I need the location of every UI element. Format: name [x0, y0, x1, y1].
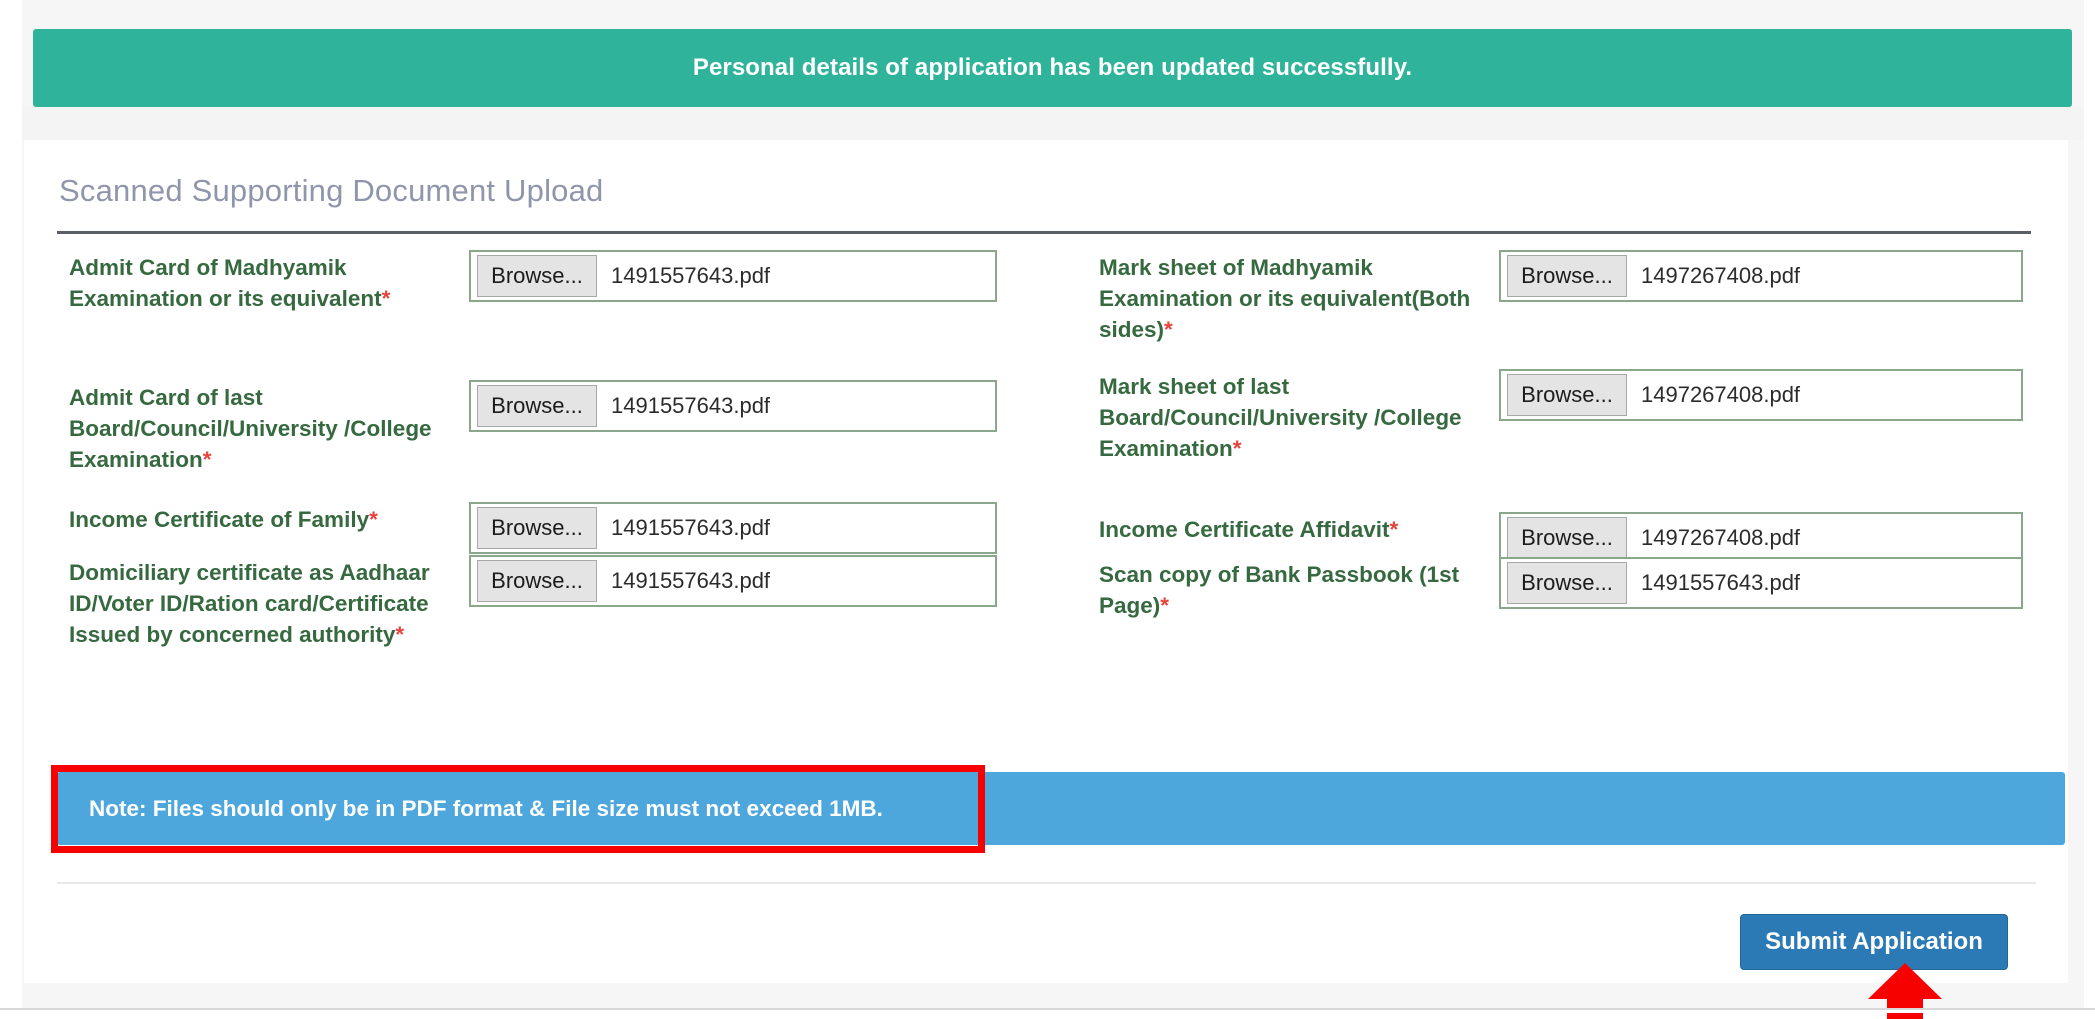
required-marker: * — [395, 622, 405, 647]
file-input[interactable]: Browse... 1491557643.pdf — [469, 502, 997, 554]
success-alert-text: Personal details of application has been… — [692, 54, 1413, 81]
upload-field-label: Income Certificate Affidavit* — [1099, 512, 1499, 545]
file-input[interactable]: Browse... 1491557643.pdf — [469, 250, 997, 302]
page-bottom-edge — [0, 1008, 2095, 1013]
label-text: Mark sheet of last Board/Council/Univers… — [1099, 374, 1462, 461]
browse-button[interactable]: Browse... — [1507, 517, 1627, 559]
file-input[interactable]: Browse... 1491557643.pdf — [1499, 557, 2023, 609]
label-text: Income Certificate Affidavit — [1099, 517, 1390, 542]
upload-field-bank-passbook: Scan copy of Bank Passbook (1st Page)* B… — [1099, 557, 2049, 621]
success-alert: Personal details of application has been… — [33, 29, 2072, 107]
required-marker: * — [202, 447, 212, 472]
label-text: Mark sheet of Madhyamik Examination or i… — [1099, 255, 1471, 342]
browse-button[interactable]: Browse... — [477, 255, 597, 297]
browse-button[interactable]: Browse... — [1507, 374, 1627, 416]
upload-field-label: Income Certificate of Family* — [69, 502, 469, 535]
upload-field-income-certificate-family: Income Certificate of Family* Browse... … — [69, 502, 1019, 554]
browse-button[interactable]: Browse... — [477, 385, 597, 427]
required-marker: * — [369, 507, 378, 532]
file-name-text: 1491557643.pdf — [611, 263, 771, 288]
upload-field-marksheet-last-board: Mark sheet of last Board/Council/Univers… — [1099, 369, 2049, 464]
browse-button[interactable]: Browse... — [477, 560, 597, 602]
browse-button[interactable]: Browse... — [1507, 562, 1627, 604]
required-marker: * — [381, 286, 391, 311]
label-text: Income Certificate of Family — [69, 507, 370, 532]
file-name-text: 1497267408.pdf — [1641, 382, 1801, 407]
file-name-text: 1497267408.pdf — [1641, 263, 1801, 288]
file-input[interactable]: Browse... 1491557643.pdf — [469, 555, 997, 607]
label-text: Admit Card of Madhyamik Examination or i… — [69, 255, 382, 311]
required-marker: * — [1160, 593, 1170, 618]
upload-field-domiciliary-certificate: Domiciliary certificate as Aadhaar ID/Vo… — [69, 555, 1019, 650]
file-name-text: 1491557643.pdf — [1641, 570, 1801, 595]
required-marker: * — [1232, 436, 1242, 461]
file-name-text: 1491557643.pdf — [611, 568, 771, 593]
file-name-text: 1491557643.pdf — [611, 393, 771, 418]
label-text: Domiciliary certificate as Aadhaar ID/Vo… — [69, 560, 430, 647]
alert-spacer — [22, 107, 2084, 140]
upload-field-admit-card-last-board: Admit Card of last Board/Council/Univers… — [69, 380, 1019, 475]
upload-field-label: Admit Card of Madhyamik Examination or i… — [69, 250, 469, 314]
file-input[interactable]: Browse... 1491557643.pdf — [469, 380, 997, 432]
required-marker: * — [1389, 517, 1399, 542]
label-text: Scan copy of Bank Passbook (1st Page) — [1099, 562, 1460, 618]
upload-field-label: Mark sheet of last Board/Council/Univers… — [1099, 369, 1499, 464]
upload-field-marksheet-madhyamik: Mark sheet of Madhyamik Examination or i… — [1099, 250, 2049, 345]
page-root: Personal details of application has been… — [0, 0, 2095, 1019]
document-upload-panel: Scanned Supporting Document Upload Admit… — [24, 140, 2068, 983]
upload-field-label: Scan copy of Bank Passbook (1st Page)* — [1099, 557, 1499, 621]
file-name-text: 1491557643.pdf — [611, 515, 771, 540]
title-divider — [57, 231, 2031, 234]
upload-field-label: Mark sheet of Madhyamik Examination or i… — [1099, 250, 1499, 345]
upload-field-label: Admit Card of last Board/Council/Univers… — [69, 380, 469, 475]
submit-application-button[interactable]: Submit Application — [1740, 914, 2008, 970]
file-input[interactable]: Browse... 1497267408.pdf — [1499, 250, 2023, 302]
file-input[interactable]: Browse... 1497267408.pdf — [1499, 369, 2023, 421]
browse-button[interactable]: Browse... — [1507, 255, 1627, 297]
pdf-note-text: Note: Files should only be in PDF format… — [89, 795, 883, 821]
upload-field-admit-card-madhyamik: Admit Card of Madhyamik Examination or i… — [69, 250, 1019, 314]
required-marker: * — [1164, 317, 1173, 342]
file-name-text: 1497267408.pdf — [1641, 525, 1801, 550]
label-text: Admit Card of last Board/Council/Univers… — [69, 385, 432, 472]
browse-button[interactable]: Browse... — [477, 507, 597, 549]
pdf-note-banner: Note: Files should only be in PDF format… — [57, 772, 2065, 845]
page-title: Scanned Supporting Document Upload — [59, 173, 604, 208]
upload-field-label: Domiciliary certificate as Aadhaar ID/Vo… — [69, 555, 469, 650]
footer-divider — [57, 882, 2036, 884]
